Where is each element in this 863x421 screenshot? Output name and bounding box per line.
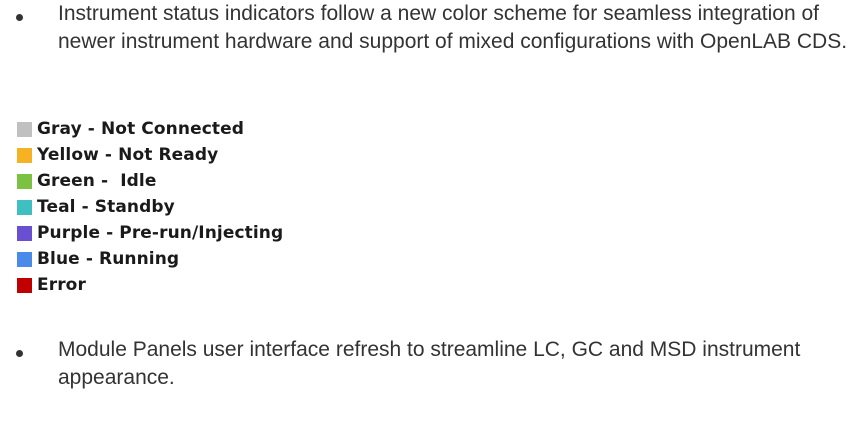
teal-swatch-icon [17,199,32,215]
purple-swatch-icon [17,225,32,241]
gray-swatch-icon [17,121,32,137]
bullet-dot-icon [16,14,23,21]
legend-label: Purple - Pre-run/Injecting [37,223,284,243]
status-color-legend: Gray - Not Connected Yellow - Not Ready … [17,116,283,298]
legend-item-purple: Purple - Pre-run/Injecting [17,220,283,246]
legend-label: Green - Idle [37,171,157,191]
yellow-swatch-icon [17,147,32,163]
legend-label: Error [37,275,86,295]
bullet-text: Instrument status indicators follow a ne… [58,2,848,53]
bullet-text: Module Panels user interface refresh to … [58,338,801,389]
red-swatch-icon [17,277,32,293]
legend-item-error: Error [17,272,283,298]
legend-label: Teal - Standby [37,197,175,217]
legend-item-yellow: Yellow - Not Ready [17,142,283,168]
legend-item-teal: Teal - Standby [17,194,283,220]
green-swatch-icon [17,173,32,189]
legend-item-green: Green - Idle [17,168,283,194]
legend-item-gray: Gray - Not Connected [17,116,283,142]
legend-label: Blue - Running [37,249,180,269]
legend-label: Yellow - Not Ready [37,145,219,165]
blue-swatch-icon [17,251,32,267]
legend-item-blue: Blue - Running [17,246,283,272]
legend-label: Gray - Not Connected [37,119,245,139]
bullet-dot-icon [16,350,23,357]
